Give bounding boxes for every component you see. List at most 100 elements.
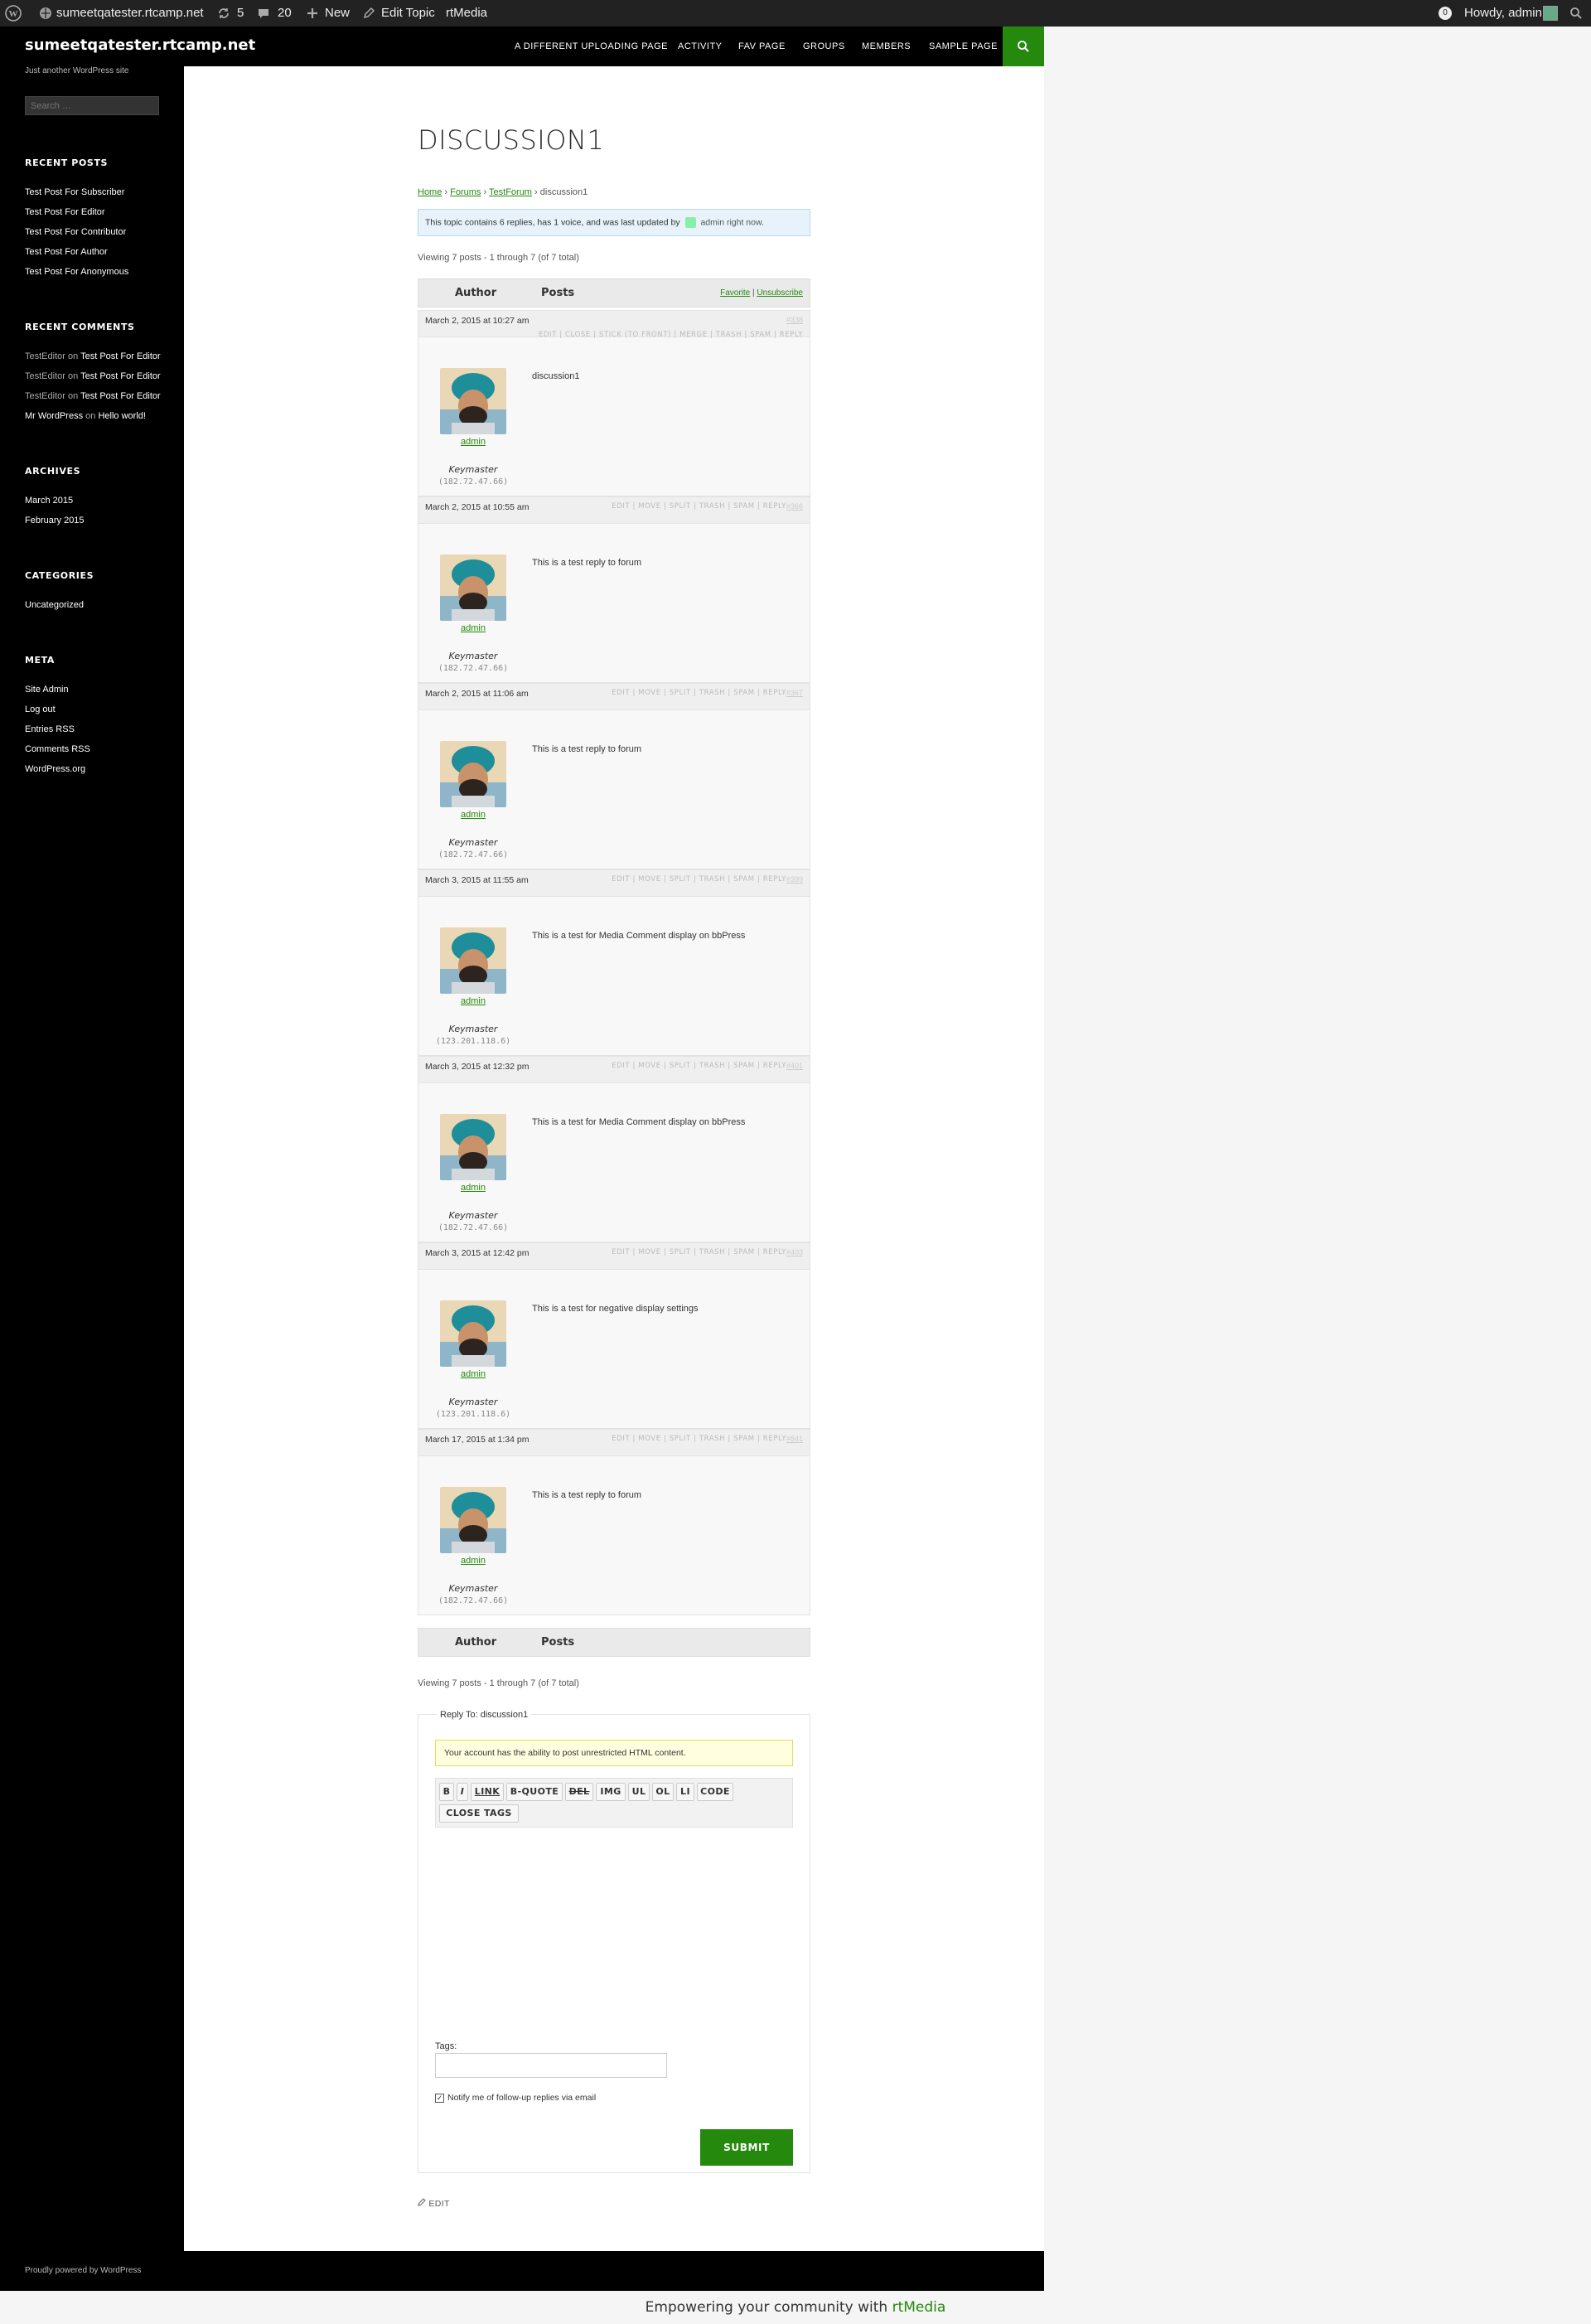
wordpress-logo-icon[interactable]: W	[5, 0, 22, 27]
admin-bar-site-name[interactable]: sumeetqatester.rtcamp.net	[56, 0, 204, 27]
search-toggle-button[interactable]	[1003, 27, 1044, 66]
author-avatar[interactable]	[440, 1487, 506, 1553]
reply-admin-links[interactable]: EDIT | MOVE | SPLIT | TRASH | SPAM | REP…	[612, 875, 786, 884]
new-menu[interactable]: New	[325, 0, 350, 27]
meta-link[interactable]: WordPress.org	[25, 764, 85, 774]
site-title[interactable]: sumeetqatester.rtcamp.net	[25, 36, 255, 54]
author-name-link[interactable]: admin	[440, 996, 506, 1006]
comment-post-link[interactable]: Test Post For Editor	[80, 351, 161, 361]
archive-link[interactable]: February 2015	[25, 516, 85, 525]
topic-info-user[interactable]: admin	[700, 217, 724, 227]
breadcrumb-forums[interactable]: Forums	[450, 187, 481, 197]
topic-info-notice: This topic contains 6 replies, has 1 voi…	[418, 209, 810, 236]
author-avatar[interactable]	[440, 368, 506, 434]
comment-post-link[interactable]: Test Post For Editor	[80, 371, 161, 381]
rtmedia-link[interactable]: rtMedia	[892, 2299, 946, 2316]
recent-post-link[interactable]: Test Post For Editor	[25, 207, 105, 217]
unsubscribe-link[interactable]: Unsubscribe	[757, 288, 803, 298]
author-avatar[interactable]	[440, 1114, 506, 1180]
howdy-text[interactable]: Howdy, admin	[1464, 0, 1542, 27]
link-button[interactable]: LINK	[471, 1783, 504, 1801]
edit-topic-link[interactable]: Edit Topic	[381, 0, 435, 27]
reply-admin-links[interactable]: EDIT | MOVE | SPLIT | TRASH | SPAM | REP…	[612, 1248, 786, 1256]
user-avatar-icon[interactable]	[684, 217, 696, 228]
italic-button[interactable]: I	[457, 1783, 468, 1801]
meta-link[interactable]: Log out	[25, 704, 56, 714]
reply-admin-links[interactable]: EDIT | CLOSE | STICK (TO FRONT) | MERGE …	[539, 331, 803, 339]
reply-permalink[interactable]: #841	[786, 1435, 803, 1443]
reply-permalink[interactable]: #401	[786, 1062, 803, 1070]
reply-permalink[interactable]: #338	[786, 316, 803, 324]
site-home-icon[interactable]	[38, 0, 53, 27]
search-icon[interactable]	[1569, 0, 1583, 27]
nav-item-sample-page[interactable]: SAMPLE PAGE	[929, 27, 998, 66]
del-button[interactable]: DEL	[565, 1783, 593, 1801]
author-name-link[interactable]: admin	[440, 1183, 506, 1193]
blockquote-button[interactable]: B-QUOTE	[506, 1783, 563, 1801]
reply-permalink[interactable]: #366	[786, 502, 803, 511]
author-avatar[interactable]	[440, 1300, 506, 1367]
reply-admin-links[interactable]: EDIT | MOVE | SPLIT | TRASH | SPAM | REP…	[612, 502, 786, 511]
notification-icon[interactable]: 0	[1439, 0, 1452, 27]
category-link[interactable]: Uncategorized	[25, 600, 84, 610]
nav-item-activity[interactable]: ACTIVITY	[678, 27, 723, 66]
author-name-link[interactable]: admin	[440, 810, 506, 820]
reply-item: March 2, 2015 at 11:06 am #367 EDIT | MOVE…	[418, 683, 810, 869]
reply-date: March 2, 2015 at 10:27 am	[425, 316, 530, 326]
author-name-link[interactable]: admin	[440, 623, 506, 633]
code-button[interactable]: CODE	[697, 1783, 733, 1801]
submit-button[interactable]: SUBMIT	[700, 2129, 793, 2166]
recent-post-link[interactable]: Test Post For Anonymous	[25, 267, 128, 277]
comment-post-link[interactable]: Hello world!	[98, 411, 145, 421]
comment-post-link[interactable]: Test Post For Editor	[80, 391, 161, 401]
reply-admin-links[interactable]: EDIT | MOVE | SPLIT | TRASH | SPAM | REP…	[612, 689, 786, 697]
breadcrumb-forum[interactable]: TestForum	[489, 187, 532, 197]
notify-checkbox[interactable]: ✓	[435, 2093, 444, 2103]
nav-item-groups[interactable]: GROUPS	[803, 27, 845, 66]
ul-button[interactable]: UL	[628, 1783, 650, 1801]
sidebar-search-input[interactable]	[25, 96, 159, 115]
comments-icon[interactable]	[257, 0, 270, 27]
archive-link[interactable]: March 2015	[25, 496, 73, 506]
updates-count[interactable]: 5	[237, 0, 244, 27]
comment-author[interactable]: Mr WordPress	[25, 411, 83, 421]
reply-permalink[interactable]: #403	[786, 1248, 803, 1256]
author-name-link[interactable]: admin	[440, 1556, 506, 1566]
favorite-link[interactable]: Favorite	[720, 288, 750, 298]
reply-admin-links[interactable]: EDIT | MOVE | SPLIT | TRASH | SPAM | REP…	[612, 1062, 786, 1070]
ol-button[interactable]: OL	[652, 1783, 674, 1801]
nav-item-fav-page[interactable]: FAV PAGE	[738, 27, 786, 66]
bold-button[interactable]: B	[439, 1783, 454, 1801]
reply-admin-links[interactable]: EDIT | MOVE | SPLIT | TRASH | SPAM | REP…	[612, 1435, 786, 1443]
recent-post-link[interactable]: Test Post For Author	[25, 247, 108, 257]
edit-page-link[interactable]: EDIT	[418, 2198, 450, 2209]
author-avatar[interactable]	[440, 927, 506, 994]
reply-textarea[interactable]	[435, 1828, 793, 2010]
admin-avatar-icon[interactable]	[1543, 0, 1558, 27]
recent-post-link[interactable]: Test Post For Subscriber	[25, 187, 124, 197]
author-name-link[interactable]: admin	[440, 437, 506, 447]
tags-input[interactable]	[435, 2053, 667, 2078]
nav-item-uploading-page[interactable]: A DIFFERENT UPLOADING PAGE	[515, 27, 668, 66]
meta-link[interactable]: Entries RSS	[25, 724, 75, 734]
li-button[interactable]: LI	[676, 1783, 694, 1801]
powered-by-link[interactable]: Proudly powered by WordPress	[25, 2266, 141, 2275]
reply-permalink[interactable]: #367	[786, 689, 803, 697]
reply-permalink[interactable]: #399	[786, 875, 803, 884]
recent-post-link[interactable]: Test Post For Contributor	[25, 227, 126, 237]
meta-link[interactable]: Comments RSS	[25, 744, 90, 754]
comments-count[interactable]: 20	[278, 0, 292, 27]
author-avatar[interactable]	[440, 554, 506, 621]
img-button[interactable]: IMG	[596, 1783, 626, 1801]
breadcrumb-home[interactable]: Home	[418, 187, 442, 197]
nav-item-members[interactable]: MEMBERS	[862, 27, 911, 66]
plus-icon[interactable]	[307, 0, 318, 27]
author-name-link[interactable]: admin	[440, 1369, 506, 1379]
meta-link[interactable]: Site Admin	[25, 685, 69, 695]
author-ip: (182.72.47.66)	[438, 1223, 509, 1232]
close-tags-button[interactable]: CLOSE TAGS	[439, 1804, 519, 1823]
author-avatar[interactable]	[440, 741, 506, 807]
rtmedia-menu[interactable]: rtMedia	[446, 0, 487, 27]
updates-icon[interactable]	[217, 0, 230, 27]
pencil-icon[interactable]	[363, 0, 375, 27]
